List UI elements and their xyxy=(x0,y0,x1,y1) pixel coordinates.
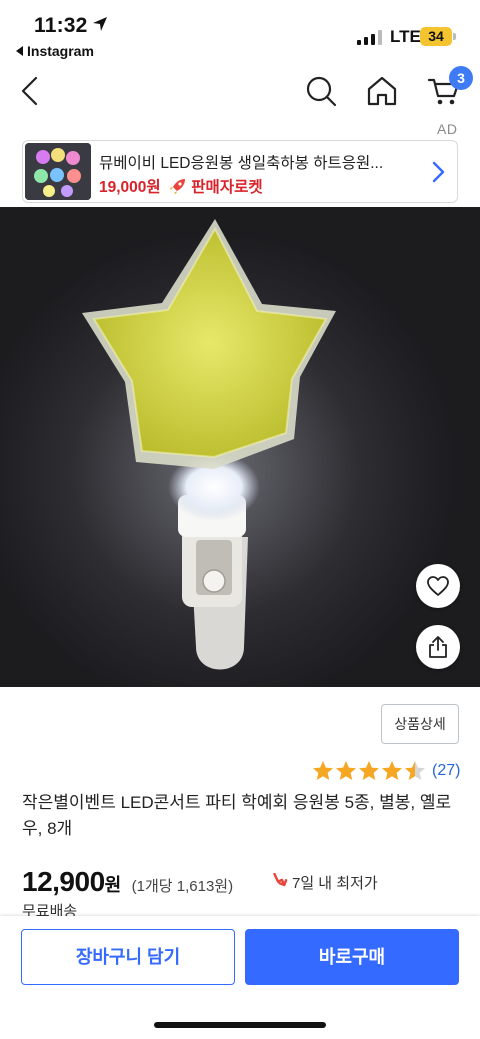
ad-price-row: 19,000원 판매자로켓 xyxy=(99,175,263,197)
ad-label: AD xyxy=(437,121,458,137)
status-bar: 11:32 Instagram LTE 34 xyxy=(0,0,480,66)
back-to-app-link[interactable]: Instagram xyxy=(16,43,94,59)
chevron-right-icon xyxy=(432,161,445,183)
product-title: 작은별이벤트 LED콘서트 파티 학예회 응원봉 5종, 별봉, 옐로우, 8개 xyxy=(22,793,452,838)
lowest-price-label: 7일 내 최저가 xyxy=(292,875,378,892)
ad-price: 19,000원 xyxy=(99,179,161,196)
product-image[interactable] xyxy=(0,207,480,687)
home-indicator[interactable] xyxy=(154,1022,326,1028)
location-arrow-icon xyxy=(93,17,107,31)
share-icon xyxy=(429,636,447,658)
unit-price: (1개당 1,613원) xyxy=(131,878,234,895)
ad-thumbnail-image xyxy=(25,143,91,200)
ad-title: 뮤베이비 LED응원봉 생일축하봉 하트응원... xyxy=(99,155,384,172)
network-type: LTE xyxy=(390,27,421,46)
wishlist-button[interactable] xyxy=(416,564,460,608)
buy-now-button[interactable]: 바로구매 xyxy=(245,929,459,985)
price-row: 12,900원 (1개당 1,613원) xyxy=(22,866,233,900)
cellular-signal-icon xyxy=(357,30,382,45)
sponsored-ad-card[interactable]: 뮤베이비 LED응원봉 생일축하봉 하트응원... 19,000원 판매자로켓 xyxy=(22,140,458,203)
review-count[interactable]: (27) xyxy=(432,762,460,780)
add-to-cart-button[interactable]: 장바구니 담기 xyxy=(21,929,235,985)
home-icon[interactable] xyxy=(365,74,399,108)
share-button[interactable] xyxy=(416,625,460,669)
trend-down-icon xyxy=(273,872,288,887)
bottom-action-bar: 장바구니 담기 바로구매 xyxy=(0,916,480,1039)
cart-count-badge[interactable]: 3 xyxy=(449,66,473,90)
product-price: 12,900 xyxy=(22,866,105,897)
price-currency: 원 xyxy=(104,875,122,895)
battery-icon: 34 xyxy=(420,27,456,46)
back-app-label: Instagram xyxy=(27,43,94,59)
seller-rocket-badge: 판매자로켓 xyxy=(191,179,263,196)
top-nav-bar xyxy=(0,66,480,118)
product-detail-button[interactable]: 상품상세 xyxy=(381,704,459,744)
back-chevron-icon[interactable] xyxy=(14,74,48,108)
rocket-icon xyxy=(169,179,185,194)
rating-stars-icon xyxy=(313,761,425,780)
search-icon[interactable] xyxy=(304,74,338,108)
heart-icon xyxy=(427,576,449,596)
back-triangle-icon xyxy=(16,46,23,56)
status-time: 11:32 xyxy=(34,14,88,37)
lowest-price-badge: 7일 내 최저가 xyxy=(270,872,378,893)
battery-level: 34 xyxy=(428,28,444,44)
